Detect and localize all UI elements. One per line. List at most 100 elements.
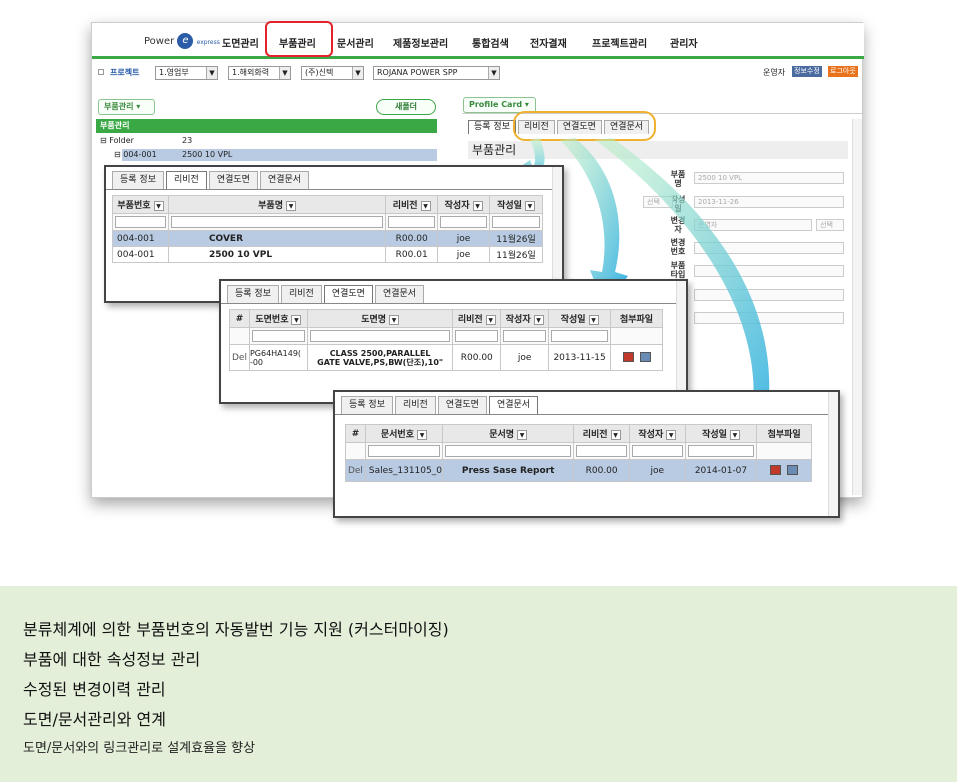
col-revision-label: 리비전 — [457, 315, 483, 325]
chevron-down-icon: ▼ — [472, 200, 483, 211]
col-date-label: 작성일 — [560, 315, 586, 325]
win3-tab-drawings[interactable]: 연결도면 — [437, 396, 487, 414]
chevron-down-icon: ▼ — [286, 200, 296, 211]
cell-document-no: Sales_131105_0 — [364, 459, 443, 482]
win2-scrollbar[interactable] — [676, 281, 686, 402]
cell-drawing-name: CLASS 2500,PARALLEL GATE VALVE,PS,BW(단조)… — [306, 344, 454, 371]
cell-date: 11월26일 — [489, 230, 543, 247]
cell-date: 2014-01-07 — [684, 459, 758, 482]
col-document-name-label: 문서명 — [489, 430, 515, 440]
win1-tab-documents[interactable]: 연결문서 — [259, 171, 310, 189]
win3-scrollbar[interactable] — [828, 392, 838, 516]
feature-line-2: 부품에 대한 속성정보 관리 — [23, 650, 201, 669]
download-icon[interactable] — [770, 465, 782, 476]
chevron-down-icon: ▼ — [291, 314, 302, 325]
drawings-window: 등록 정보 리비전 연결도면 연결문서 # 도면번호 ▼ 도면명 ▼ 리비전 ▼ 작성… — [219, 279, 688, 404]
col-drawing-name[interactable]: 도면명 ▼ — [306, 309, 454, 328]
cell-drawing-no: PG64HA149( -00 — [248, 344, 308, 371]
col-revision[interactable]: 리비전 ▼ — [573, 424, 630, 443]
win2-tab-drawings[interactable]: 연결도면 — [323, 285, 373, 303]
filter-input[interactable] — [364, 442, 443, 460]
filter-input[interactable] — [167, 213, 387, 231]
divider — [335, 414, 838, 415]
divider — [106, 189, 562, 190]
win3-tab-info[interactable]: 등록 정보 — [341, 396, 393, 414]
col-index: # — [345, 424, 366, 443]
filter-input[interactable] — [548, 327, 612, 345]
filter-input[interactable] — [437, 213, 491, 231]
feature-line-5: 도면/문서와의 링크관리로 설계효율을 향상 — [23, 741, 256, 756]
download-icon[interactable] — [622, 352, 634, 363]
viewer-icon[interactable] — [639, 352, 651, 363]
col-author[interactable]: 작성자 ▼ — [437, 195, 491, 214]
cell-author: joe — [500, 344, 550, 371]
col-date[interactable]: 작성일 ▼ — [684, 424, 758, 443]
filter-input[interactable] — [452, 327, 502, 345]
table-row[interactable]: 004-001 COVER R00.00 joe 11월26일 — [112, 230, 543, 247]
win1-tabs: 등록 정보 리비전 연결도면 연결문서 — [112, 171, 311, 189]
cell-date: 11월26일 — [489, 246, 543, 263]
cell-attachment — [610, 344, 663, 371]
filter-input[interactable] — [306, 327, 454, 345]
col-date[interactable]: 작성일 ▼ — [548, 309, 612, 328]
feature-line-3: 수정된 변경이력 관리 — [23, 680, 166, 699]
col-author[interactable]: 작성자 ▼ — [628, 424, 686, 443]
col-author-label: 작성자 — [638, 430, 664, 440]
win1-tab-drawings[interactable]: 연결도면 — [208, 171, 258, 189]
win1-tab-revision[interactable]: 리비전 — [165, 171, 207, 189]
col-drawing-name-label: 도면명 — [361, 315, 387, 325]
col-revision[interactable]: 리비전 ▼ — [452, 309, 502, 328]
win2-tab-revision[interactable]: 리비전 — [280, 285, 322, 303]
chevron-down-icon: ▼ — [588, 314, 599, 325]
col-date-label: 작성일 — [702, 430, 727, 440]
filter-input[interactable] — [248, 327, 308, 345]
revision-table: 부품번호 ▼ 부품명 ▼ 리비전 ▼ 작성자 ▼ 작성일 ▼ 004-001 COVER … — [112, 195, 543, 263]
win3-tab-documents[interactable]: 연결문서 — [488, 396, 539, 414]
col-revision[interactable]: 리비전 ▼ — [385, 195, 439, 214]
documents-table: # 문서번호 ▼ 문서명 ▼ 리비전 ▼ 작성자 ▼ 작성일 ▼ 첨부파일 Del Sal… — [345, 424, 812, 482]
table-row[interactable]: Del Sales_131105_0 Press Sase Report R00… — [345, 459, 812, 482]
filter-input[interactable] — [628, 442, 686, 460]
col-part-no[interactable]: 부품번호 ▼ — [112, 195, 169, 214]
chevron-down-icon: ▼ — [420, 200, 431, 211]
cell-author: joe — [628, 459, 686, 482]
chevron-down-icon: ▼ — [389, 314, 400, 325]
col-revision-label: 리비전 — [392, 201, 418, 211]
cell-part-no: 004-001 — [112, 230, 169, 247]
chevron-down-icon: ▼ — [517, 429, 528, 440]
col-document-name[interactable]: 문서명 ▼ — [441, 424, 575, 443]
cell-date: 2013-11-15 — [548, 344, 612, 371]
drawings-table: # 도면번호 ▼ 도면명 ▼ 리비전 ▼ 작성자 ▼ 작성일 ▼ 첨부파일 Del PG6… — [229, 309, 663, 371]
delete-link[interactable]: Del — [345, 459, 366, 482]
col-attachment: 첨부파일 — [756, 424, 812, 443]
filter-input[interactable] — [684, 442, 758, 460]
chevron-down-icon: ▼ — [524, 200, 535, 211]
col-part-name[interactable]: 부품명 ▼ — [167, 195, 387, 214]
filter-input[interactable] — [500, 327, 550, 345]
filter-input[interactable] — [385, 213, 439, 231]
table-row[interactable]: Del PG64HA149( -00 CLASS 2500,PARALLEL G… — [229, 344, 663, 371]
cell-part-name: COVER — [167, 230, 387, 247]
col-author-label: 작성자 — [444, 201, 470, 211]
win1-tab-info[interactable]: 등록 정보 — [112, 171, 164, 189]
col-index: # — [229, 309, 250, 328]
col-author-label: 작성자 — [505, 315, 531, 325]
col-drawing-no[interactable]: 도면번호 ▼ — [248, 309, 308, 328]
win3-tab-revision[interactable]: 리비전 — [394, 396, 436, 414]
filter-input[interactable] — [441, 442, 575, 460]
filter-input[interactable] — [573, 442, 630, 460]
col-document-no[interactable]: 문서번호 ▼ — [364, 424, 443, 443]
chevron-down-icon: ▼ — [729, 429, 740, 440]
delete-link[interactable]: Del — [229, 344, 250, 371]
win2-tab-documents[interactable]: 연결문서 — [374, 285, 425, 303]
col-part-name-label: 부품명 — [258, 201, 283, 211]
table-row[interactable]: 004-001 2500 10 VPL R00.01 joe 11월26일 — [112, 246, 543, 263]
win2-tab-info[interactable]: 등록 정보 — [227, 285, 279, 303]
filter-input[interactable] — [489, 213, 543, 231]
col-author[interactable]: 작성자 ▼ — [500, 309, 550, 328]
viewer-icon[interactable] — [787, 465, 799, 476]
feature-line-4: 도면/문서관리와 연계 — [23, 710, 166, 729]
cell-revision: R00.00 — [573, 459, 630, 482]
col-date[interactable]: 작성일 ▼ — [489, 195, 543, 214]
filter-input[interactable] — [112, 213, 169, 231]
